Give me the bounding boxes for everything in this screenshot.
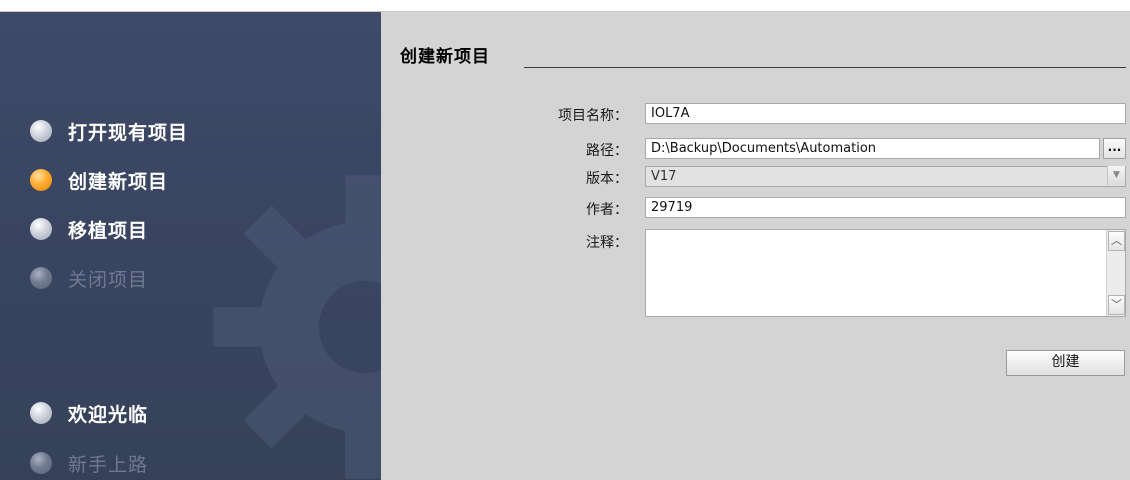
gear-icon xyxy=(213,175,381,479)
comment-label: 注释： xyxy=(586,235,628,251)
sidebar-item-label: 移植项目 xyxy=(68,219,149,242)
circle-bullet-icon xyxy=(30,267,52,289)
circle-bullet-icon xyxy=(30,120,52,142)
chevron-down-icon[interactable]: ﹀ xyxy=(1108,295,1125,315)
project-name-label: 项目名称： xyxy=(558,108,628,124)
portal-sidebar: 打开现有项目 创建新项目 移植项目 关闭项目 欢迎光临 新手上路 xyxy=(0,12,381,480)
sidebar-item-label: 创建新项目 xyxy=(68,170,169,193)
page-title: 创建新项目 xyxy=(400,47,490,67)
version-label: 版本： xyxy=(586,171,628,187)
create-project-panel: 创建新项目 项目名称： IOL7A 路径： D:\Backup\Document… xyxy=(381,12,1130,480)
circle-bullet-icon xyxy=(30,402,52,424)
sidebar-item-label: 欢迎光临 xyxy=(68,403,149,426)
sidebar-item-close-project: 关闭项目 xyxy=(30,263,148,293)
circle-bullet-icon xyxy=(30,218,52,240)
sidebar-item-first-steps: 新手上路 xyxy=(30,448,148,478)
sidebar-item-label: 打开现有项目 xyxy=(68,121,189,144)
circle-bullet-icon xyxy=(30,169,52,191)
path-label: 路径： xyxy=(586,143,628,159)
sidebar-item-label: 关闭项目 xyxy=(68,268,149,291)
path-input[interactable]: D:\Backup\Documents\Automation xyxy=(645,138,1100,159)
author-input[interactable]: 29719 xyxy=(645,197,1126,218)
circle-bullet-icon xyxy=(30,452,52,474)
create-button[interactable]: 创建 xyxy=(1006,350,1125,376)
comment-textarea[interactable]: ︿ ﹀ xyxy=(645,229,1126,317)
sidebar-item-create-project[interactable]: 创建新项目 xyxy=(30,165,168,195)
sidebar-item-label: 新手上路 xyxy=(68,453,149,476)
comment-scrollbar[interactable]: ︿ ﹀ xyxy=(1106,230,1125,316)
author-label: 作者： xyxy=(586,202,628,218)
browse-path-button[interactable]: ... xyxy=(1103,138,1126,159)
top-strip xyxy=(0,0,1130,12)
chevron-down-icon[interactable]: ▼ xyxy=(1107,166,1125,185)
sidebar-item-welcome[interactable]: 欢迎光临 xyxy=(30,398,148,428)
sidebar-item-open-project[interactable]: 打开现有项目 xyxy=(30,116,188,146)
sidebar-item-migrate-project[interactable]: 移植项目 xyxy=(30,214,148,244)
chevron-up-icon[interactable]: ︿ xyxy=(1108,231,1125,251)
project-name-input[interactable]: IOL7A xyxy=(645,103,1126,124)
version-select[interactable]: V17 xyxy=(645,166,1126,187)
title-underline xyxy=(524,67,1126,68)
